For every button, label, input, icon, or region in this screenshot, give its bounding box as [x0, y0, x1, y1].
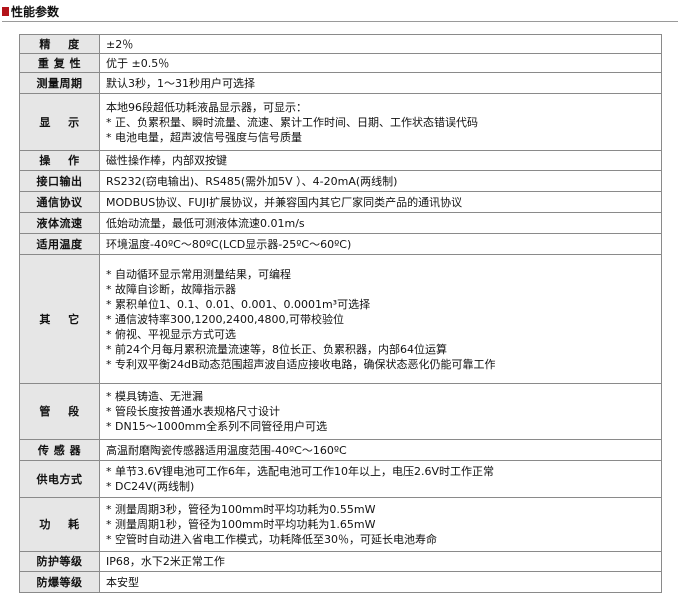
row-value: ±2％: [99, 34, 662, 54]
row-value: 高温耐磨陶瓷传感器适用温度范围-40ºC～160ºC: [99, 439, 662, 461]
value-line: * 前24个月每月累积流量流速等，8位长正、负累积器，内部64位运算: [106, 342, 447, 356]
row-value: MODBUS协议、FUJI扩展协议，并兼容国内其它厂家同类产品的通讯协议: [99, 191, 662, 213]
value-line: 低始动流量，最低可测液体流速0.01m/s: [106, 216, 305, 230]
value-line: * 模具铸造、无泄漏: [106, 390, 203, 403]
value-line: * DC24V(两线制): [106, 480, 195, 493]
table-row: 测量周期 默认3秒，1～31秒用户可选择: [19, 72, 662, 94]
value-line: * 测量周期1秒，管径为100mm时平均功耗为1.65mW: [106, 518, 376, 531]
table-row: 功 耗 * 测量周期3秒，管径为100mm时平均功耗为0.55mW * 测量周期…: [19, 497, 662, 552]
table-row: 适用温度 环境温度-40ºC～80ºC(LCD显示器-25ºC～60ºC): [19, 233, 662, 255]
section-marker: [2, 7, 9, 16]
table-row: 其 它 * 自动循环显示常用测量结果，可编程 * 故障自诊断，故障指示器 * 累…: [19, 254, 662, 384]
value-line: 环境温度-40ºC～80ºC(LCD显示器-25ºC～60ºC): [106, 237, 352, 251]
row-value: IP68，水下2米正常工作: [99, 551, 662, 572]
value-line: * DN15～1000mm全系列不同管径用户可选: [106, 420, 328, 433]
table-row: 管 段 * 模具铸造、无泄漏 * 管段长度按普通水表规格尺寸设计 * DN15～…: [19, 383, 662, 440]
value-line: * 故障自诊断，故障指示器: [106, 282, 236, 296]
row-value: 优于 ±0.5％: [99, 53, 662, 73]
row-key: 供电方式: [19, 460, 100, 498]
table-row: 通信协议 MODBUS协议、FUJI扩展协议，并兼容国内其它厂家同类产品的通讯协…: [19, 191, 662, 213]
row-value: * 单节3.6V锂电池可工作6年，选配电池可工作10年以上，电压2.6V时工作正…: [99, 460, 662, 498]
row-key: 显 示: [19, 93, 100, 151]
row-key: 功 耗: [19, 497, 100, 552]
value-line: RS232(窃电输出)、RS485(需外加5V ）、4-20mA(两线制): [106, 174, 398, 188]
row-value: * 模具铸造、无泄漏 * 管段长度按普通水表规格尺寸设计 * DN15～1000…: [99, 383, 662, 440]
row-value: RS232(窃电输出)、RS485(需外加5V ）、4-20mA(两线制): [99, 170, 662, 192]
value-line: ±2％: [106, 37, 134, 51]
row-key: 其 它: [19, 254, 100, 384]
table-row: 液体流速 低始动流量，最低可测液体流速0.01m/s: [19, 212, 662, 234]
row-key: 精 度: [19, 34, 100, 54]
table-row: 传 感 器 高温耐磨陶瓷传感器适用温度范围-40ºC～160ºC: [19, 439, 662, 461]
row-key: 防护等级: [19, 551, 100, 572]
row-value: 本安型: [99, 571, 662, 593]
row-key: 防爆等级: [19, 571, 100, 593]
row-key: 操 作: [19, 150, 100, 171]
row-value: 本地96段超低功耗液晶显示器，可显示： * 正、负累积量、瞬时流量、流速、累计工…: [99, 93, 662, 151]
row-key: 适用温度: [19, 233, 100, 255]
value-line: * 管段长度按普通水表规格尺寸设计: [106, 405, 280, 418]
row-key: 液体流速: [19, 212, 100, 234]
table-row: 重 复 性 优于 ±0.5％: [19, 53, 662, 73]
value-line: * 空管时自动进入省电工作模式，功耗降低至30％，可延长电池寿命: [106, 533, 437, 546]
row-value: * 自动循环显示常用测量结果，可编程 * 故障自诊断，故障指示器 * 累积单位1…: [99, 254, 662, 384]
spec-table: 精 度 ±2％ 重 复 性 优于 ±0.5％ 测量周期 默认3秒，1～31秒用户…: [19, 34, 662, 593]
table-row: 精 度 ±2％: [19, 34, 662, 54]
value-line: * 专利双平衡24dB动态范围超声波自适应接收电路，确保状态恶化仍能可靠工作: [106, 357, 496, 371]
value-line: * 电池电量，超声波信号强度与信号质量: [106, 130, 302, 144]
row-key: 重 复 性: [19, 53, 100, 73]
value-line: * 通信波特率300,1200,2400,4800,可带校验位: [106, 312, 344, 326]
table-row: 显 示 本地96段超低功耗液晶显示器，可显示： * 正、负累积量、瞬时流量、流速…: [19, 93, 662, 151]
value-line: * 自动循环显示常用测量结果，可编程: [106, 267, 291, 281]
section-header: 性能参数: [2, 2, 678, 22]
value-line: * 俯视、平视显示方式可选: [106, 327, 236, 341]
value-line: 高温耐磨陶瓷传感器适用温度范围-40ºC～160ºC: [106, 443, 347, 457]
value-line: 磁性操作棒，内部双按键: [106, 154, 227, 167]
value-line: * 累积单位1、0.1、0.01、0.001、0.0001m³可选择: [106, 297, 371, 311]
value-line: 本地96段超低功耗液晶显示器，可显示：: [106, 100, 307, 114]
row-value: 磁性操作棒，内部双按键: [99, 150, 662, 171]
value-line: * 单节3.6V锂电池可工作6年，选配电池可工作10年以上，电压2.6V时工作正…: [106, 465, 495, 478]
table-row: 防护等级 IP68，水下2米正常工作: [19, 551, 662, 572]
value-line: MODBUS协议、FUJI扩展协议，并兼容国内其它厂家同类产品的通讯协议: [106, 195, 463, 209]
row-key: 传 感 器: [19, 439, 100, 461]
row-value: * 测量周期3秒，管径为100mm时平均功耗为0.55mW * 测量周期1秒，管…: [99, 497, 662, 552]
table-row: 操 作 磁性操作棒，内部双按键: [19, 150, 662, 171]
row-key: 管 段: [19, 383, 100, 440]
row-value: 低始动流量，最低可测液体流速0.01m/s: [99, 212, 662, 234]
row-value: 环境温度-40ºC～80ºC(LCD显示器-25ºC～60ºC): [99, 233, 662, 255]
row-value: 默认3秒，1～31秒用户可选择: [99, 72, 662, 94]
value-line: 默认3秒，1～31秒用户可选择: [106, 76, 255, 90]
value-line: 本安型: [106, 575, 139, 589]
row-key: 接口输出: [19, 170, 100, 192]
section-title: 性能参数: [11, 5, 60, 19]
value-line: IP68，水下2米正常工作: [106, 555, 225, 568]
table-row: 接口输出 RS232(窃电输出)、RS485(需外加5V ）、4-20mA(两线…: [19, 170, 662, 192]
value-line: * 测量周期3秒，管径为100mm时平均功耗为0.55mW: [106, 503, 376, 516]
table-row: 供电方式 * 单节3.6V锂电池可工作6年，选配电池可工作10年以上，电压2.6…: [19, 460, 662, 498]
value-line: 优于 ±0.5％: [106, 56, 170, 70]
header-divider: [2, 21, 678, 22]
table-row: 防爆等级 本安型: [19, 571, 662, 593]
row-key: 通信协议: [19, 191, 100, 213]
row-key: 测量周期: [19, 72, 100, 94]
value-line: * 正、负累积量、瞬时流量、流速、累计工作时间、日期、工作状态错误代码: [106, 115, 478, 129]
